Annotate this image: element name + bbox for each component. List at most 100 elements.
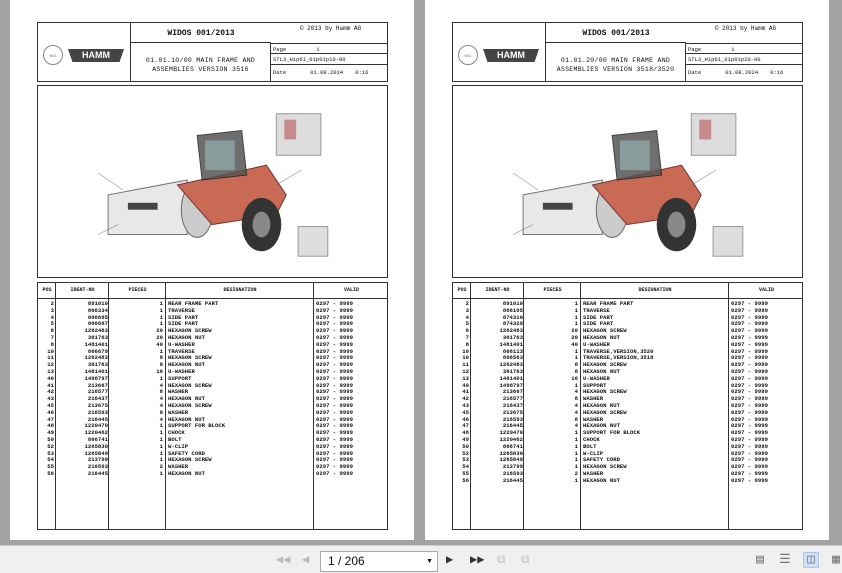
col-pieces: PIECES — [128, 287, 147, 293]
roller-drawing — [98, 113, 329, 257]
page-label: Page — [688, 46, 702, 53]
doc-id: STL3_H1p61_01p01p20-00 — [686, 54, 803, 65]
cell-pieces: 8 — [574, 361, 578, 369]
cell-valid: 0297 - 9999 — [316, 469, 353, 477]
continuous-view-icon[interactable]: ☰ — [777, 552, 793, 568]
next-page-button[interactable]: ▶ — [446, 554, 453, 566]
cell-designation: CHOCK — [583, 435, 600, 443]
table-row: 56 216445 1 HEXAGON NUT 0297 - 9999 — [453, 476, 802, 485]
cell-pieces: 1 — [574, 381, 578, 389]
col-ident-no: IDENT-NO — [485, 287, 510, 293]
cell-pieces: 8 — [159, 408, 163, 416]
catalog-id: WIDOS 001/2013 — [131, 23, 271, 43]
cell-pieces: 1 — [574, 429, 578, 437]
col-valid: VALID — [343, 287, 359, 293]
title-line-1: 01.01.20/00 MAIN FRAME AND — [560, 57, 671, 64]
cell-pos: 56 — [47, 469, 54, 477]
exploded-view-illustration — [37, 85, 388, 278]
col-pos: POS — [42, 287, 52, 293]
logos-cell: WG HAMM — [453, 23, 546, 81]
assembly-title: 01.01.10/00 MAIN FRAME AND ASSEMBLIES VER… — [131, 43, 271, 81]
page-label: Page — [273, 46, 287, 53]
continuous-facing-view-icon[interactable]: ▦ — [828, 552, 842, 568]
cell-valid: 0297 - 9999 — [731, 476, 768, 484]
cell-designation: HEXAGON SCREW — [583, 463, 627, 471]
cell-ident-no: 216445 — [87, 469, 108, 477]
cell-designation: HEXAGON SCREW — [168, 401, 212, 409]
chevron-down-icon[interactable]: ▼ — [426, 552, 433, 571]
parts-table: POS IDENT-NO PIECES DESIGNATION VALID 2 8… — [37, 282, 388, 530]
cell-pieces: 1 — [574, 435, 578, 443]
cell-pieces: 40 — [156, 340, 163, 348]
previous-page-button[interactable]: ◀ — [302, 554, 309, 566]
page-cell: Page 1 — [686, 43, 803, 54]
single-page-view-icon[interactable]: ▤ — [752, 552, 768, 568]
cell-pieces: 1 — [574, 476, 578, 484]
date-cell: Date 01.08.2024 0:16 — [686, 65, 803, 81]
col-valid: VALID — [758, 287, 774, 293]
facing-view-icon[interactable]: ◫ — [803, 552, 819, 568]
page-number-input[interactable]: 1 / 206 ▼ — [320, 551, 438, 572]
roller-drawing — [513, 113, 744, 257]
table-row: 56 216445 1 HEXAGON NUT 0297 - 9999 — [38, 469, 387, 478]
pdf-page-right: WG HAMM WIDOS 001/2013 © 2013 by Hamm AG… — [425, 0, 829, 540]
exploded-view-illustration — [452, 85, 803, 278]
cell-pieces: 1 — [574, 442, 578, 450]
cell-pieces: 1 — [574, 463, 578, 471]
copyright: © 2013 by Hamm AG — [299, 25, 362, 32]
page-header: WG HAMM WIDOS 001/2013 © 2013 by Hamm AG… — [452, 22, 803, 82]
cell-pieces: 40 — [571, 340, 578, 348]
cell-pieces: 4 — [159, 415, 163, 423]
cell-pieces: 1 — [159, 429, 163, 437]
cell-pieces: 8 — [574, 415, 578, 423]
cell-pieces: 1 — [159, 306, 163, 314]
cell-designation: HEXAGON SCREW — [583, 408, 627, 416]
page-header: WG HAMM WIDOS 001/2013 © 2013 by Hamm AG… — [37, 22, 388, 82]
title-line-2: ASSEMBLIES VERSION 3518/3520 — [556, 66, 675, 73]
cell-pieces: 1 — [159, 422, 163, 430]
pdf-page-left: WG HAMM WIDOS 001/2013 © 2013 by Hamm AG… — [10, 0, 414, 540]
go-back-view-icon[interactable]: ⧉ — [497, 554, 506, 566]
cell-ident-no: 216445 — [502, 476, 523, 484]
viewer-toolbar: ◀◀ ◀ 1 / 206 ▼ ▶ ▶▶ ⧉ ⧉ ▤ ☰ ◫ ▦ — [0, 545, 842, 573]
cell-designation: SUPPORT FOR BLOCK — [583, 429, 641, 437]
assembly-title: 01.01.20/00 MAIN FRAME AND ASSEMBLIES VER… — [546, 43, 686, 81]
wirtgen-logo: WG — [458, 45, 478, 65]
cell-pieces: 1 — [574, 449, 578, 457]
cell-pieces: 4 — [574, 401, 578, 409]
date-value: 01.08.2024 — [725, 69, 759, 76]
cell-pieces: 20 — [156, 327, 163, 335]
cell-pieces: 1 — [574, 313, 578, 321]
page-number: 1 — [316, 46, 320, 53]
time-value: 0:16 — [355, 69, 369, 76]
cell-pieces: 20 — [571, 333, 578, 341]
cell-designation: HEXAGON NUT — [168, 469, 205, 477]
doc-id: STL3_H1p61_01p01p10-00 — [271, 54, 388, 65]
hamm-logo: HAMM — [68, 49, 124, 62]
last-page-button[interactable]: ▶▶ — [470, 554, 484, 566]
cell-pieces: 1 — [574, 320, 578, 328]
logos-cell: WG HAMM — [38, 23, 131, 81]
page-number: 1 — [731, 46, 735, 53]
cell-pieces: 4 — [574, 408, 578, 416]
cell-pieces: 4 — [159, 381, 163, 389]
cell-pieces: 2 — [574, 469, 578, 477]
cell-pieces: 1 — [574, 306, 578, 314]
go-forward-view-icon[interactable]: ⧉ — [521, 554, 530, 566]
cell-pieces: 16 — [156, 367, 163, 375]
col-ident-no: IDENT-NO — [70, 287, 95, 293]
cell-pos: 56 — [462, 476, 469, 484]
catalog-id: WIDOS 001/2013 — [546, 23, 686, 43]
cell-pieces: 8 — [574, 367, 578, 375]
cell-pieces: 1 — [159, 442, 163, 450]
cell-pieces: 8 — [159, 354, 163, 362]
col-designation: DESIGNATION — [638, 287, 672, 293]
first-page-button[interactable]: ◀◀ — [276, 554, 290, 566]
table-body: 2 891010 1 REAR FRAME PART 0297 - 9999 3 86610… — [453, 300, 802, 485]
date-label: Date — [688, 69, 702, 76]
col-designation: DESIGNATION — [223, 287, 257, 293]
time-value: 0:16 — [770, 69, 784, 76]
cell-pieces: 4 — [574, 388, 578, 396]
cell-pieces: 2 — [159, 463, 163, 471]
cell-designation: CHOCK — [168, 429, 185, 437]
